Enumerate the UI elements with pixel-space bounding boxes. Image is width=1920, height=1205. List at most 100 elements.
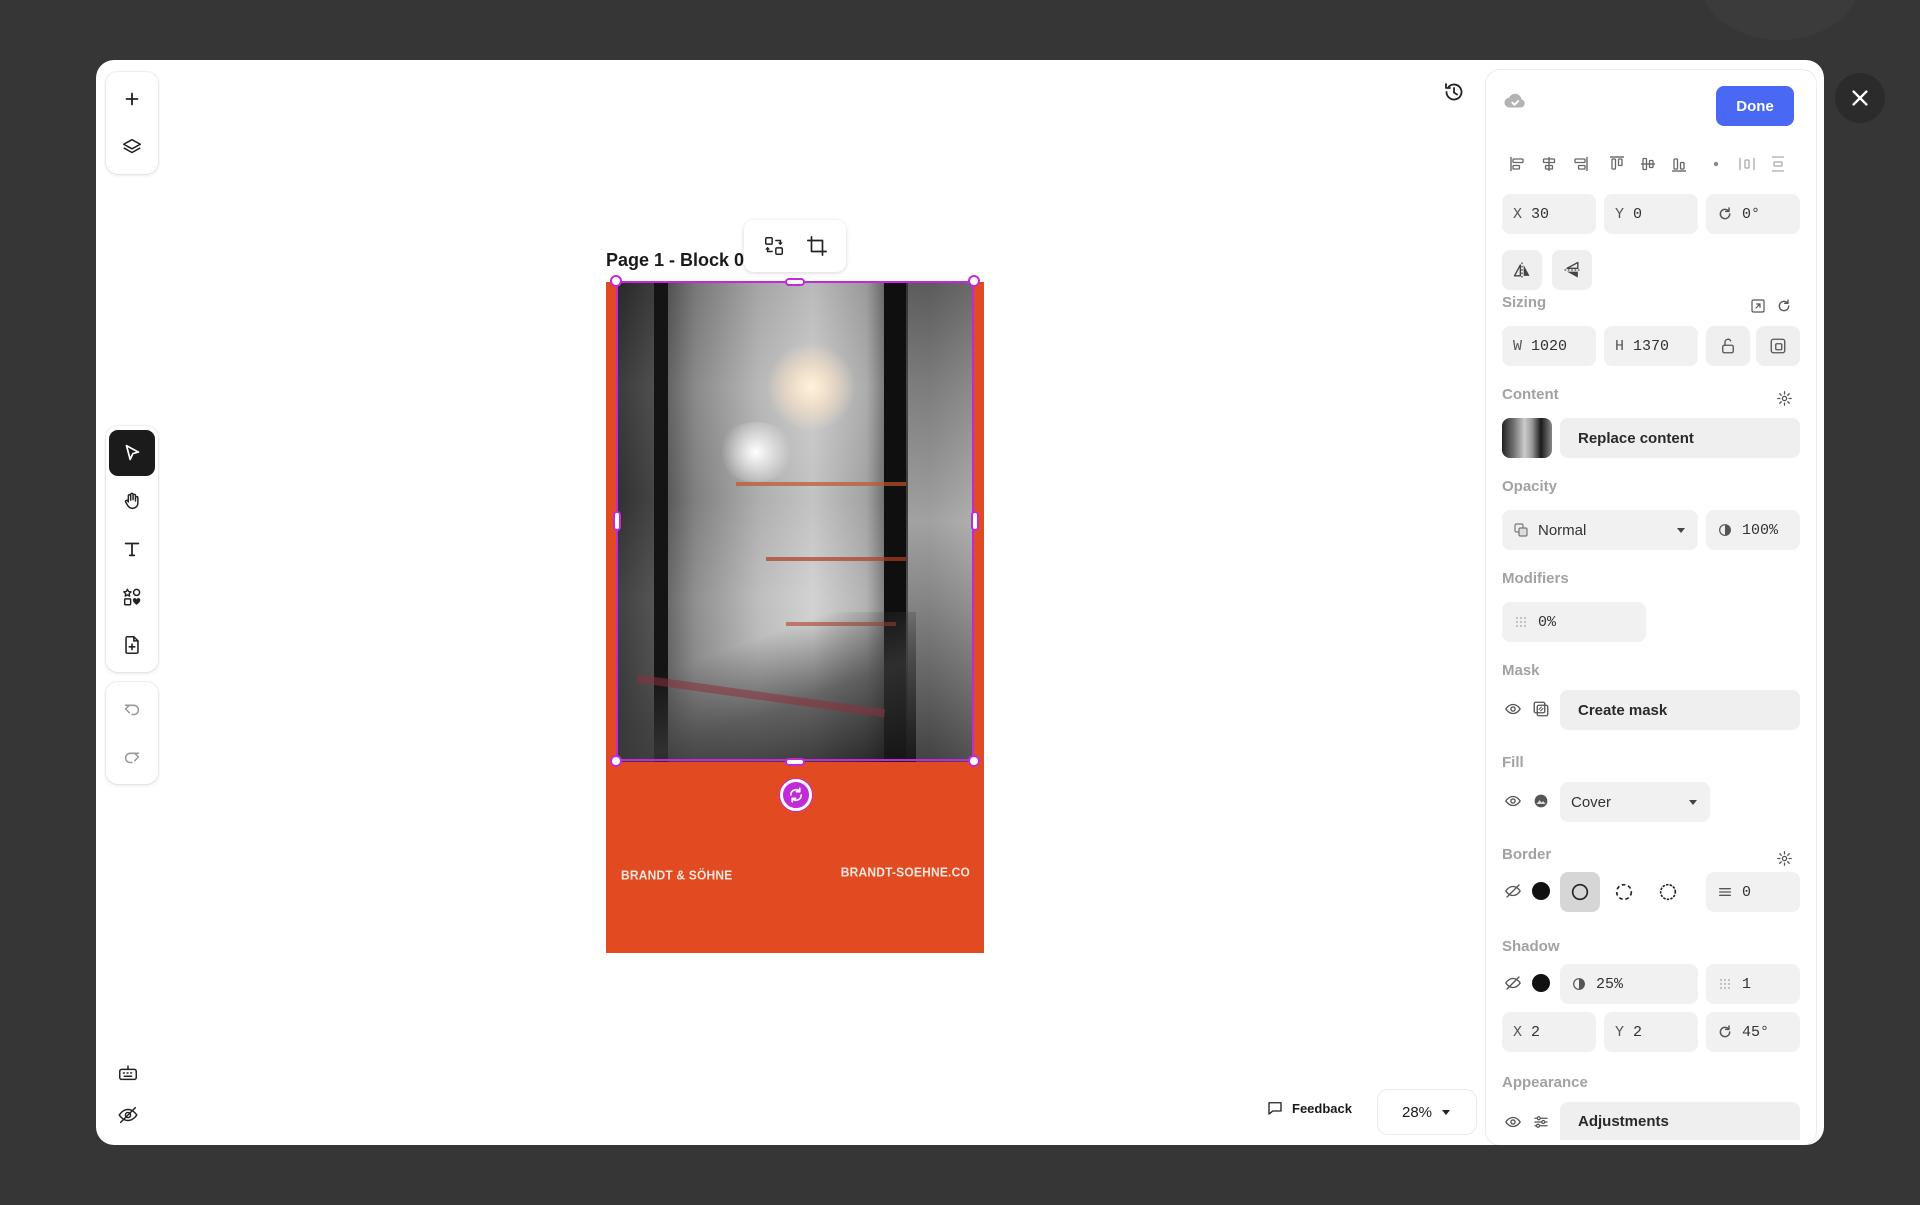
plus-icon: [125, 92, 139, 106]
content-thumbnail[interactable]: [1502, 418, 1552, 458]
y-position-field[interactable]: Y 0: [1604, 194, 1698, 234]
crop-button[interactable]: [799, 228, 835, 264]
appearance-visibility-toggle[interactable]: [1502, 1111, 1524, 1133]
border-settings-button[interactable]: [1774, 848, 1794, 868]
mask-title: Mask: [1502, 662, 1540, 679]
shadow-x-field[interactable]: X 2: [1502, 1012, 1596, 1052]
resize-handle-right[interactable]: [971, 511, 979, 531]
distribute-horizontal-button[interactable]: [1731, 150, 1762, 178]
brand-url-text[interactable]: BRANDT-SOEHNE.CO: [841, 864, 970, 879]
version-history-button[interactable]: [1436, 74, 1472, 110]
hand-tool[interactable]: [109, 478, 155, 524]
border-width-field[interactable]: 0: [1706, 872, 1800, 912]
align-left-button[interactable]: [1502, 150, 1533, 178]
add-page-tool[interactable]: [109, 622, 155, 668]
blend-mode-select[interactable]: Normal: [1502, 510, 1698, 550]
block-image[interactable]: [616, 282, 974, 762]
resize-handle-bottom-right[interactable]: [968, 755, 980, 767]
gear-icon: [1776, 390, 1792, 406]
content-settings-button[interactable]: [1774, 388, 1794, 408]
border-style-dashed[interactable]: [1604, 872, 1644, 912]
shadow-x-label: X: [1513, 1023, 1523, 1041]
border-visibility-toggle[interactable]: [1502, 880, 1524, 902]
done-button[interactable]: Done: [1716, 86, 1794, 126]
y-value: 0: [1633, 205, 1643, 223]
caret-down-icon: [1689, 800, 1697, 805]
resize-handle-top-right[interactable]: [968, 275, 980, 287]
brand-name-text[interactable]: BRANDT & SÖHNE: [621, 867, 732, 882]
create-mask-button[interactable]: Create mask: [1560, 690, 1800, 730]
lock-aspect-button[interactable]: [1706, 326, 1750, 366]
history-toolbar: [106, 682, 158, 784]
fit-size-button[interactable]: [1748, 296, 1768, 316]
shadow-visibility-toggle[interactable]: [1502, 972, 1524, 994]
height-label: H: [1615, 337, 1625, 355]
shadow-angle-field[interactable]: 45°: [1706, 1012, 1800, 1052]
undo-button[interactable]: [109, 686, 155, 732]
resize-handle-bottom-left[interactable]: [610, 755, 622, 767]
fill-mode-select[interactable]: Cover: [1560, 782, 1710, 822]
width-field[interactable]: W 1020: [1502, 326, 1596, 366]
opacity-title: Opacity: [1502, 478, 1558, 495]
replace-content-button[interactable]: Replace content: [1560, 418, 1800, 458]
rotation-field[interactable]: 0°: [1706, 194, 1800, 234]
align-center-h-button[interactable]: [1533, 150, 1564, 178]
history-icon: [1445, 83, 1463, 101]
cloud-check-icon: [1504, 93, 1525, 108]
resize-handle-left[interactable]: [613, 511, 621, 531]
caret-down-icon: [1442, 1110, 1451, 1115]
border-style-dotted[interactable]: [1648, 872, 1688, 912]
blend-mode-value: Normal: [1538, 521, 1587, 539]
align-right-button[interactable]: [1564, 150, 1595, 178]
blur-field[interactable]: 0%: [1502, 602, 1646, 642]
resize-handle-top[interactable]: [785, 278, 805, 286]
mask-visibility-toggle[interactable]: [1502, 698, 1524, 720]
shadow-blur-field[interactable]: 1: [1706, 964, 1800, 1004]
shadow-color-swatch[interactable]: [1530, 972, 1552, 994]
flip-horizontal-button[interactable]: [1502, 250, 1542, 290]
align-top-button[interactable]: [1601, 150, 1632, 178]
keyboard-shortcuts-button[interactable]: [114, 1059, 142, 1087]
height-field[interactable]: H 1370: [1604, 326, 1698, 366]
x-position-field[interactable]: X 30: [1502, 194, 1596, 234]
adjustments-button[interactable]: Adjustments: [1560, 1102, 1800, 1140]
text-tool[interactable]: [109, 526, 155, 572]
reset-size-button[interactable]: [1774, 296, 1794, 316]
align-dot-button[interactable]: [1700, 150, 1731, 178]
fill-visibility-toggle[interactable]: [1502, 790, 1524, 812]
resize-handle-top-left[interactable]: [610, 275, 622, 287]
mask-type-button[interactable]: [1530, 698, 1552, 720]
x-value: 30: [1531, 205, 1550, 223]
height-value: 1370: [1633, 337, 1670, 355]
border-color-swatch[interactable]: [1530, 880, 1552, 902]
feedback-button[interactable]: Feedback: [1266, 1099, 1352, 1117]
eye-off-icon: [1505, 884, 1521, 898]
size-mode-button[interactable]: [1756, 326, 1800, 366]
align-middle-button[interactable]: [1632, 150, 1663, 178]
fill-type-button[interactable]: [1530, 790, 1552, 812]
border-style-solid[interactable]: [1560, 872, 1600, 912]
zoom-dropdown[interactable]: 28%: [1378, 1090, 1476, 1134]
align-bottom-button[interactable]: [1663, 150, 1694, 178]
design-page[interactable]: BRANDT & SÖHNE BRANDT-SOEHNE.CO: [606, 282, 984, 953]
shapes-tool[interactable]: [109, 574, 155, 620]
contrast-icon: [1719, 524, 1731, 536]
flip-vertical-icon: [1564, 261, 1580, 278]
image-fill-icon: [1534, 794, 1548, 808]
rotate-handle[interactable]: [780, 779, 812, 811]
add-button[interactable]: [109, 76, 155, 122]
redo-button[interactable]: [109, 734, 155, 780]
select-tool[interactable]: [109, 430, 155, 476]
close-editor-button[interactable]: [1835, 73, 1885, 123]
flip-vertical-button[interactable]: [1552, 250, 1592, 290]
shadow-opacity-field[interactable]: 25%: [1560, 964, 1698, 1004]
resize-handle-bottom[interactable]: [785, 758, 805, 766]
shadow-y-field[interactable]: Y 2: [1604, 1012, 1698, 1052]
toggle-visibility-button[interactable]: [114, 1101, 142, 1129]
distribute-vertical-button[interactable]: [1762, 150, 1793, 178]
replace-block-button[interactable]: [756, 228, 792, 264]
blend-mode-icon: [1514, 523, 1528, 537]
opacity-field[interactable]: 100%: [1706, 510, 1800, 550]
align-center-icon: [1542, 157, 1555, 171]
layers-button[interactable]: [109, 124, 155, 170]
